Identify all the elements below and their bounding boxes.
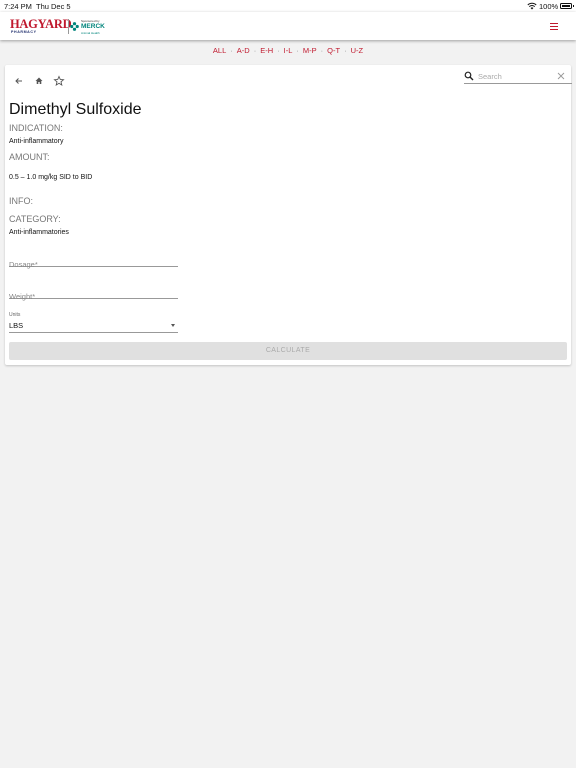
dosage-field [9,254,178,269]
filter-u-z[interactable]: U-Z [351,46,364,55]
filter-q-t[interactable]: Q-T [327,46,340,55]
search-icon [464,71,474,81]
logo-subtitle: PHARMACY [11,29,37,34]
arrow-left-icon[interactable] [13,75,25,87]
units-label: Units [9,312,21,318]
battery-icon [560,3,574,9]
weight-field [9,286,178,301]
units-select[interactable]: LBS [9,320,178,333]
star-outline-icon[interactable] [53,75,65,87]
close-icon[interactable] [557,72,565,80]
filter-a-d[interactable]: A-D [237,46,250,55]
logo-divider [68,19,69,34]
home-icon[interactable] [33,75,45,87]
battery-percent: 100% [539,2,559,11]
page-title: Dimethyl Sulfoxide [9,101,142,118]
search-field [464,69,572,84]
merck-logo-icon [70,22,79,31]
indication-value: Anti-inflammatory [9,138,64,145]
alphabet-filter-nav: ALL · A-D · E-H · I-L · M-P · Q-T · U-Z [212,46,364,55]
sponsor-name: MERCK [81,23,105,30]
indication-label: INDICATION: [9,123,63,133]
status-time: 7:24 PM [4,2,32,11]
sponsor-subtitle: Animal Health [81,30,100,35]
wifi-icon [527,2,537,10]
weight-input[interactable] [9,292,178,301]
amount-value: 0.5 – 1.0 mg/kg SID to BID [9,174,93,181]
dropdown-caret-icon [171,324,175,327]
info-label: INFO: [9,196,33,206]
app-header: HAGYARD PHARMACY Sponsored by MERCK Anim… [0,12,576,40]
amount-label: AMOUNT: [9,152,50,162]
search-input[interactable] [478,70,552,82]
calculate-button[interactable]: CALCULATE [9,342,567,360]
drug-detail-card: Dimethyl Sulfoxide INDICATION: Anti-infl… [5,65,572,365]
category-value: Anti-inflammatories [9,229,69,236]
status-date: Thu Dec 5 [36,2,71,11]
filter-e-h[interactable]: E-H [260,46,273,55]
status-bar: 7:24 PM Thu Dec 5 100% [0,0,576,12]
filter-m-p[interactable]: M-P [303,46,317,55]
dosage-input[interactable] [9,260,178,269]
category-label: CATEGORY: [9,214,61,224]
units-value: LBS [9,321,24,330]
filter-all[interactable]: ALL [213,46,226,55]
hamburger-menu-icon[interactable] [548,20,560,32]
